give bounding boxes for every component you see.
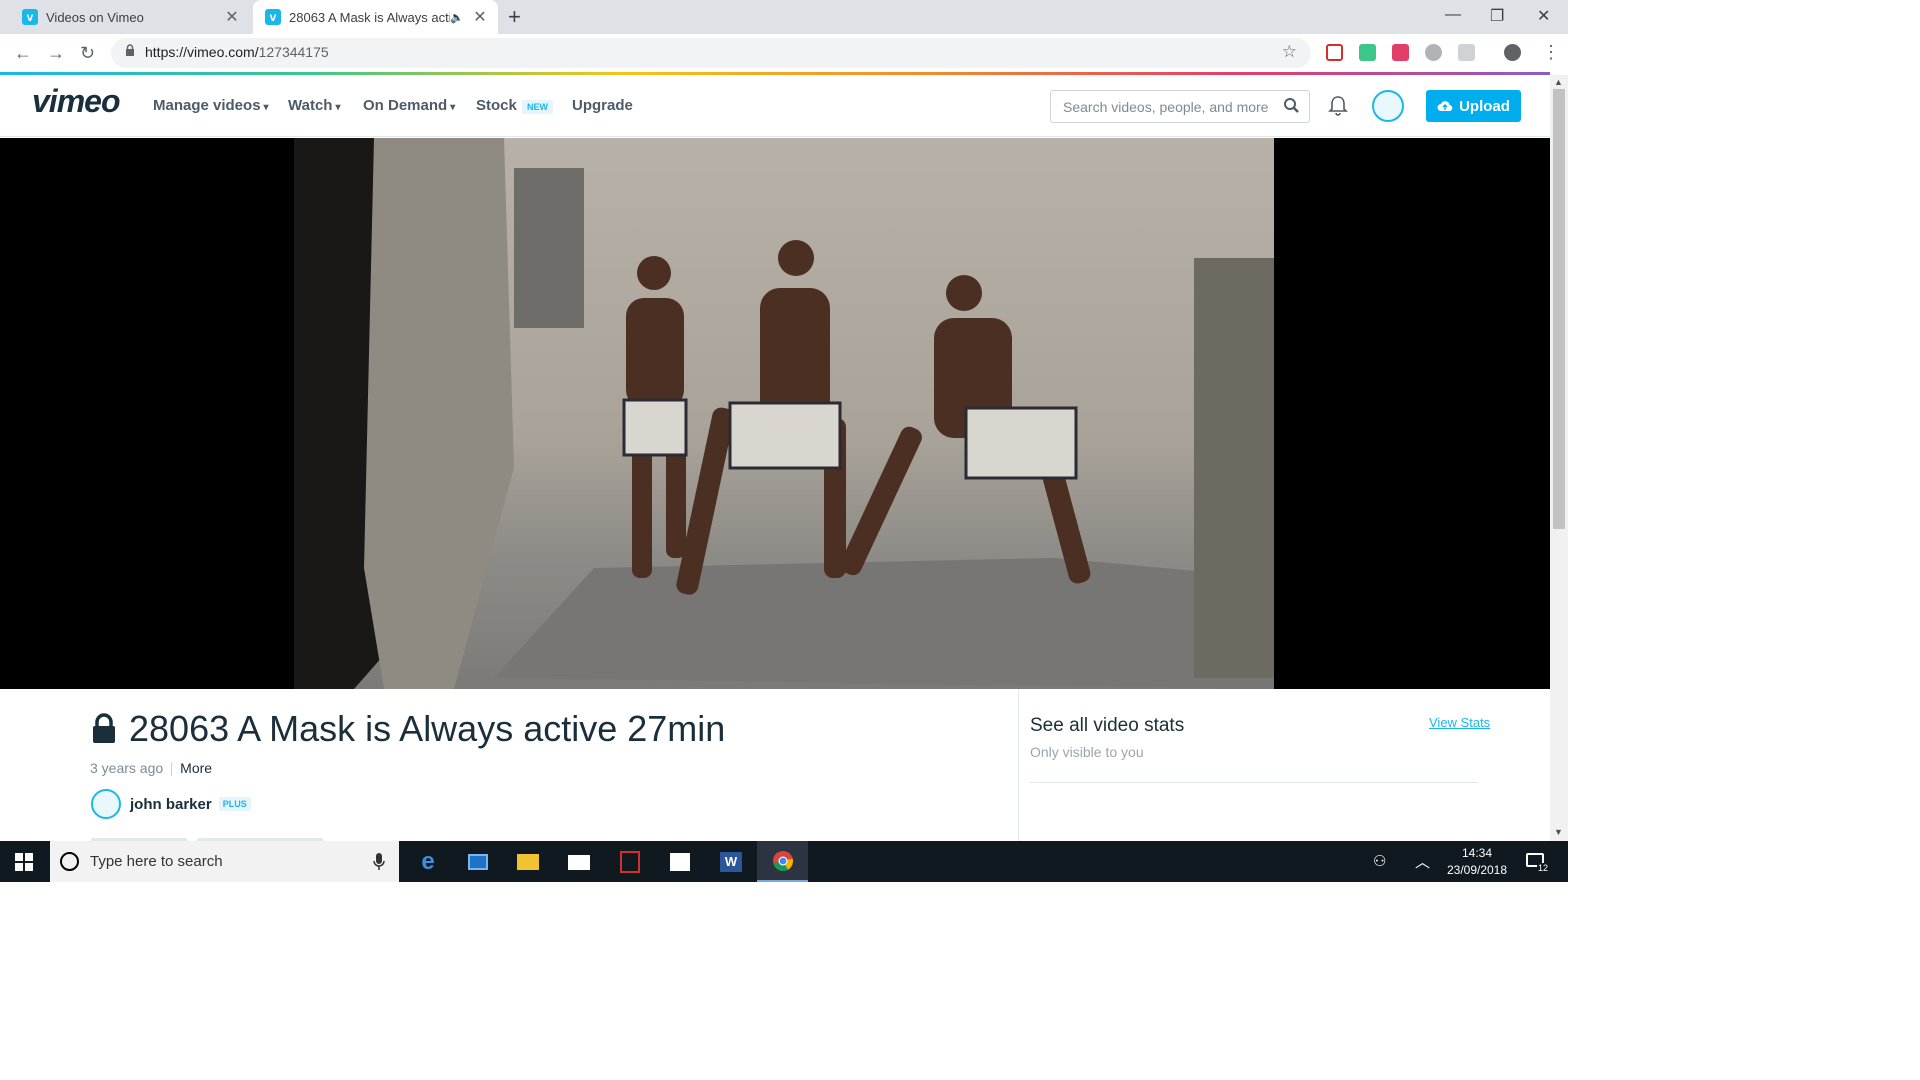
link-extension-icon[interactable] [1425, 44, 1442, 61]
page-scrollbar[interactable]: ▲ ▼ [1550, 75, 1568, 841]
sidebar-divider [1018, 689, 1019, 842]
task-view-icon[interactable] [463, 847, 493, 877]
nav-manage-videos[interactable]: Manage videos ▾ [153, 97, 269, 114]
file-explorer-icon[interactable] [513, 847, 543, 877]
url-text: https://vimeo.com/127344175 [145, 44, 329, 60]
owner-name[interactable]: john barker [130, 796, 212, 813]
notification-count: 12 [1537, 863, 1550, 873]
chrome-taskbar-icon[interactable] [757, 841, 808, 882]
vimeo-search-box [1050, 90, 1310, 123]
clock-time: 14:34 [1461, 846, 1493, 860]
address-bar[interactable]: https://vimeo.com/127344175 ☆ [111, 38, 1311, 68]
nav-stock[interactable]: Stock [476, 97, 517, 114]
microphone-icon[interactable] [373, 853, 385, 871]
private-lock-icon [93, 713, 115, 743]
store-icon[interactable] [665, 847, 695, 877]
chevron-down-icon: ▾ [335, 102, 341, 113]
taskbar-search-box[interactable]: Type here to search [50, 841, 399, 882]
video-title: 28063 A Mask is Always active 27min [129, 708, 726, 749]
taskbar-search-placeholder: Type here to search [90, 853, 223, 870]
chevron-down-icon: ▾ [450, 102, 456, 113]
edge-browser-icon[interactable]: e [413, 847, 443, 877]
word-icon[interactable]: W [716, 847, 746, 877]
minimize-button[interactable]: — [1445, 6, 1461, 24]
owner-avatar[interactable] [91, 789, 121, 819]
search-icon[interactable] [1283, 97, 1301, 115]
restore-button[interactable]: ❐ [1490, 6, 1504, 26]
nav-upgrade[interactable]: Upgrade [572, 97, 633, 114]
upload-cloud-icon [1437, 101, 1453, 112]
new-tab-button[interactable]: + [508, 4, 521, 30]
browser-tab-active[interactable]: v 28063 A Mask is Always active 27min 🔈 … [253, 0, 498, 34]
new-badge: NEW [522, 100, 553, 114]
user-avatar[interactable] [1372, 90, 1404, 122]
acrobat-extension-icon[interactable] [1458, 44, 1475, 61]
evernote-extension-icon[interactable] [1359, 44, 1376, 61]
upload-button[interactable]: Upload [1426, 90, 1521, 122]
browser-tab-strip: v Videos on Vimeo ✕ v 28063 A Mask is Al… [0, 0, 1568, 34]
acrobat-icon[interactable] [615, 847, 645, 877]
taskbar-clock[interactable]: 14:34 23/09/2018 [1440, 845, 1514, 879]
vimeo-header: vimeo Manage videos ▾ Watch ▾ On Demand ▾ S… [0, 75, 1550, 137]
view-stats-link[interactable]: View Stats [1429, 715, 1490, 730]
speaker-icon[interactable]: 🔈 [450, 11, 464, 24]
menu-dots-icon[interactable]: ⋮ [1542, 42, 1560, 63]
video-owner: john barker PLUS [91, 789, 251, 819]
close-window-button[interactable]: ✕ [1537, 6, 1550, 26]
windows-start-icon[interactable] [15, 853, 33, 871]
tab-title: 28063 A Mask is Always active 27min [289, 9, 450, 25]
stats-title: See all video stats [1030, 715, 1185, 736]
reload-button[interactable]: ↻ [80, 43, 95, 64]
vimeo-logo[interactable]: vimeo [32, 83, 120, 120]
cortana-icon [60, 852, 79, 871]
clock-date: 23/09/2018 [1446, 863, 1508, 877]
close-tab-icon[interactable]: ✕ [224, 7, 240, 27]
close-tab-icon[interactable]: ✕ [472, 7, 488, 27]
chrome-icon [772, 850, 793, 871]
posted-time: 3 years ago [90, 760, 164, 776]
lock-icon [126, 44, 134, 56]
browser-tab[interactable]: v Videos on Vimeo ✕ [0, 0, 250, 34]
notification-bell-icon[interactable] [1328, 95, 1348, 117]
bookmark-star-icon[interactable]: ☆ [1282, 42, 1297, 62]
nav-on-demand[interactable]: On Demand ▾ [363, 97, 455, 114]
vimeo-favicon-icon: v [265, 9, 281, 25]
video-thumbnail-image [294, 138, 1274, 689]
plus-badge: PLUS [218, 797, 251, 811]
pdf-extension-icon[interactable] [1392, 44, 1409, 61]
mail-icon[interactable] [564, 847, 594, 877]
video-player[interactable] [0, 138, 1550, 689]
scrollbar-thumb[interactable] [1553, 89, 1565, 529]
video-meta: 3 years ago More [90, 760, 212, 777]
chevron-down-icon: ▾ [263, 102, 269, 113]
forward-button[interactable]: → [47, 43, 65, 64]
pocket-extension-icon[interactable] [1326, 44, 1343, 61]
more-link[interactable]: More [180, 760, 212, 776]
stats-divider [1030, 782, 1478, 783]
people-icon[interactable]: ⚇ [1373, 852, 1386, 870]
stats-subtitle: Only visible to you [1030, 744, 1144, 760]
tab-title: Videos on Vimeo [46, 9, 144, 25]
scroll-up-arrow-icon[interactable]: ▲ [1554, 77, 1563, 87]
tray-chevron-up-icon[interactable]: ︿ [1415, 851, 1430, 872]
back-button[interactable]: ← [14, 43, 32, 64]
scroll-down-arrow-icon[interactable]: ▼ [1554, 827, 1563, 837]
search-input[interactable] [1061, 98, 1276, 116]
windows-taskbar: Type here to search e W ⚇ ︿ 14:34 23/09/… [0, 841, 1568, 882]
meta-divider [171, 762, 173, 777]
video-frame [294, 138, 1274, 689]
vimeo-favicon-icon: v [22, 9, 38, 25]
profile-icon[interactable] [1504, 44, 1521, 61]
browser-toolbar: ← → ↻ https://vimeo.com/127344175 ☆ ⋮ [0, 34, 1568, 72]
nav-watch[interactable]: Watch ▾ [288, 97, 340, 114]
